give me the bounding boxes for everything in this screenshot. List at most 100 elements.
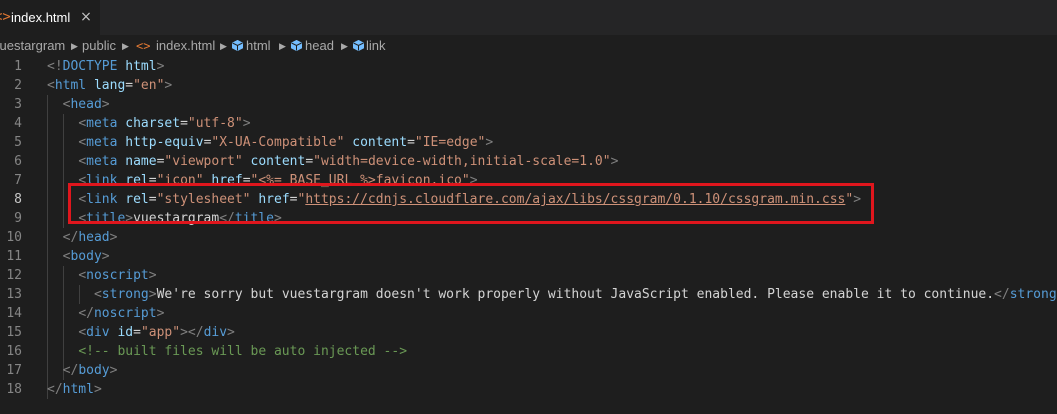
code-token: <! xyxy=(47,59,63,74)
code-token: < xyxy=(78,325,87,340)
code-token: "app" xyxy=(140,325,181,340)
code-token: < xyxy=(78,268,87,283)
html-file-icon: <> xyxy=(136,39,151,53)
code-editor[interactable]: 1 <!DOCTYPE html> 2 <html lang="en"> 3 <head… xyxy=(0,57,1057,414)
symbol-element-icon xyxy=(232,40,243,51)
close-icon[interactable]: × xyxy=(77,7,95,27)
line-number: 15 xyxy=(6,325,22,340)
code-line[interactable]: 15 <div id="app"></div> xyxy=(0,323,1057,342)
code-token: > xyxy=(148,287,157,302)
breadcrumb: vuestargram ▶ public ▶ <> index.html ▶ h… xyxy=(0,35,1057,57)
code-line[interactable]: 11 <body> xyxy=(0,247,1057,266)
code-text: <html lang="en"> xyxy=(47,76,172,95)
code-token: > xyxy=(101,97,110,112)
code-text: <strong>We're sorry but vuestargram does… xyxy=(47,285,1057,304)
breadcrumb-item-index-html[interactable]: index.html xyxy=(156,38,215,54)
code-token: > xyxy=(93,382,102,397)
code-line[interactable]: 18 </html> xyxy=(0,380,1057,399)
line-number: 17 xyxy=(6,363,22,378)
tab-index-html[interactable]: <> index.html × xyxy=(0,0,100,35)
code-token: html xyxy=(125,59,157,74)
code-token: head xyxy=(78,230,110,245)
breadcrumb-item-link[interactable]: link xyxy=(366,38,386,54)
code-token: "utf-8" xyxy=(187,116,243,131)
code-token: = xyxy=(305,154,314,169)
breadcrumb-item-html[interactable]: html xyxy=(246,38,271,54)
code-token: We're sorry but vuestargram doesn't work… xyxy=(156,287,995,302)
code-token: > xyxy=(109,363,118,378)
code-line[interactable]: 14 </noscript> xyxy=(0,304,1057,323)
code-token: < xyxy=(47,78,55,93)
red-annotation-box xyxy=(68,183,874,224)
code-text: <meta charset="utf-8"> xyxy=(47,114,250,133)
symbol-element-icon xyxy=(291,40,302,51)
code-token: > xyxy=(101,249,110,264)
code-line[interactable]: 5 <meta http-equiv = "X-UA-Compatible" con… xyxy=(0,133,1057,152)
code-token: meta xyxy=(86,154,118,169)
code-token: > xyxy=(485,135,494,150)
code-line[interactable]: 17 </body> xyxy=(0,361,1057,380)
code-text: <noscript> xyxy=(47,266,156,285)
code-text: </body> xyxy=(47,361,118,380)
code-token: > xyxy=(164,78,173,93)
code-token: body xyxy=(78,363,110,378)
code-token: > xyxy=(109,230,118,245)
code-line[interactable]: 10 </head> xyxy=(0,228,1057,247)
code-token: html xyxy=(62,382,94,397)
code-text: </noscript> xyxy=(47,304,164,323)
code-token: meta xyxy=(86,135,118,150)
line-number: 18 xyxy=(6,382,22,397)
line-number: 11 xyxy=(6,249,22,264)
code-text: </html> xyxy=(47,380,102,399)
chevron-right-icon: ▶ xyxy=(341,41,348,51)
line-number: 6 xyxy=(14,154,22,169)
code-text: <head> xyxy=(47,95,110,114)
line-number: 12 xyxy=(6,268,22,283)
code-token: <!-- built files will be auto injected -… xyxy=(78,344,408,359)
code-token: ></ xyxy=(180,325,204,340)
editor-tab-bar: <> index.html × xyxy=(0,0,1057,35)
code-token: charset xyxy=(125,116,181,131)
code-text: <div id="app"></div> xyxy=(47,323,235,342)
line-number: 1 xyxy=(14,59,22,74)
code-token: </ xyxy=(62,230,79,245)
code-token: = xyxy=(407,135,415,150)
code-line[interactable]: 4 <meta charset="utf-8"> xyxy=(0,114,1057,133)
code-token: "viewport" xyxy=(164,154,243,169)
code-token: </ xyxy=(62,363,79,378)
code-token: < xyxy=(78,135,87,150)
code-line[interactable]: 16 <!-- built files will be auto injecte… xyxy=(0,342,1057,361)
code-line[interactable]: 12 <noscript> xyxy=(0,266,1057,285)
code-token: > xyxy=(610,154,619,169)
code-line[interactable]: 6 <meta name="viewport" content="width=d… xyxy=(0,152,1057,171)
tab-label: index.html xyxy=(11,10,71,25)
code-token: = xyxy=(133,325,141,340)
code-token: > xyxy=(156,59,165,74)
code-token: </ xyxy=(78,306,94,321)
code-token: < xyxy=(93,287,102,302)
code-token: div xyxy=(203,325,228,340)
code-line[interactable]: 1 <!DOCTYPE html> xyxy=(0,57,1057,76)
code-line[interactable]: 13 <strong>We're sorry but vuestargram d… xyxy=(0,285,1057,304)
line-number: 14 xyxy=(6,306,22,321)
breadcrumb-item-public[interactable]: public xyxy=(82,38,116,54)
code-token: id xyxy=(117,325,134,340)
breadcrumb-item-head[interactable]: head xyxy=(305,38,334,54)
code-line[interactable]: 3 <head> xyxy=(0,95,1057,114)
line-number: 13 xyxy=(6,287,22,302)
code-token: html xyxy=(54,78,87,93)
chevron-right-icon: ▶ xyxy=(220,41,227,51)
code-token: > xyxy=(227,325,235,340)
breadcrumb-item-vuestargram[interactable]: vuestargram xyxy=(0,38,65,54)
line-number: 3 xyxy=(14,97,22,112)
code-token: name xyxy=(125,154,157,169)
code-line[interactable]: 2 <html lang="en"> xyxy=(0,76,1057,95)
